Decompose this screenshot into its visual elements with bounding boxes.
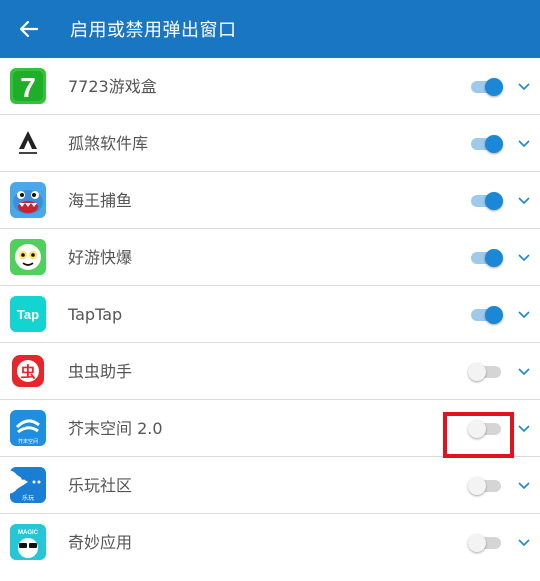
- app-name: 海王捕鱼: [68, 191, 133, 210]
- chevron-down-icon[interactable]: [516, 477, 532, 493]
- taptap-app-icon: Tap: [10, 296, 46, 332]
- chevron-down-icon[interactable]: [516, 78, 532, 94]
- haoyou-app-icon: [10, 239, 46, 275]
- chevron-down-icon[interactable]: [516, 249, 532, 265]
- list-item: 海王捕鱼: [0, 172, 540, 229]
- popup-toggle[interactable]: [468, 76, 504, 98]
- arrow-left-icon: [19, 20, 39, 38]
- app-name: 奇妙应用: [68, 533, 133, 552]
- app-bar: 启用或禁用弹出窗口: [0, 0, 540, 58]
- svg-text:MAGIC: MAGIC: [18, 530, 39, 536]
- highlight-box: [443, 412, 514, 458]
- chevron-down-icon[interactable]: [516, 420, 532, 436]
- svg-text:Tap: Tap: [17, 307, 39, 322]
- qimiao-app-icon: MAGIC: [10, 524, 46, 560]
- app-name: 芥末空间 2.0: [68, 419, 163, 438]
- svg-text:7: 7: [20, 72, 36, 103]
- jiemo-app-icon: 芥末空间: [10, 410, 46, 446]
- popup-toggle[interactable]: [468, 361, 504, 383]
- gusha-app-icon: [10, 125, 46, 161]
- svg-text:芥末空间: 芥末空间: [18, 438, 38, 445]
- 7723-app-icon: 7: [10, 68, 46, 104]
- app-list: 7 7723游戏盒 孤煞软件库 海王捕鱼 好游快爆 Tap TapTap 虫 虫…: [0, 58, 540, 571]
- list-item: MAGIC 奇妙应用: [0, 514, 540, 571]
- popup-toggle[interactable]: [468, 247, 504, 269]
- app-name: 好游快爆: [68, 248, 133, 267]
- list-item: 好游快爆: [0, 229, 540, 286]
- lewan-app-icon: 乐玩: [10, 467, 46, 503]
- popup-toggle[interactable]: [468, 190, 504, 212]
- app-name: 孤煞软件库: [68, 134, 149, 153]
- list-item: 孤煞软件库: [0, 115, 540, 172]
- shark-app-icon: [10, 182, 46, 218]
- list-item: Tap TapTap: [0, 286, 540, 343]
- chevron-down-icon[interactable]: [516, 135, 532, 151]
- app-name: 乐玩社区: [68, 476, 133, 495]
- chevron-down-icon[interactable]: [516, 363, 532, 379]
- chevron-down-icon[interactable]: [516, 192, 532, 208]
- svg-text:虫: 虫: [20, 363, 35, 381]
- popup-toggle[interactable]: [468, 304, 504, 326]
- app-name: TapTap: [68, 305, 123, 324]
- app-name: 虫虫助手: [68, 362, 133, 381]
- popup-toggle[interactable]: [468, 133, 504, 155]
- page-title: 启用或禁用弹出窗口: [70, 20, 237, 41]
- list-item: 7 7723游戏盒: [0, 58, 540, 115]
- list-item: 虫 虫虫助手: [0, 343, 540, 400]
- back-button[interactable]: [0, 0, 58, 58]
- list-item: 乐玩 乐玩社区: [0, 457, 540, 514]
- chevron-down-icon[interactable]: [516, 534, 532, 550]
- svg-text:乐玩: 乐玩: [22, 495, 34, 502]
- popup-toggle[interactable]: [468, 532, 504, 554]
- chongchong-app-icon: 虫: [10, 353, 46, 389]
- app-name: 7723游戏盒: [68, 77, 157, 96]
- chevron-down-icon[interactable]: [516, 306, 532, 322]
- popup-toggle[interactable]: [468, 475, 504, 497]
